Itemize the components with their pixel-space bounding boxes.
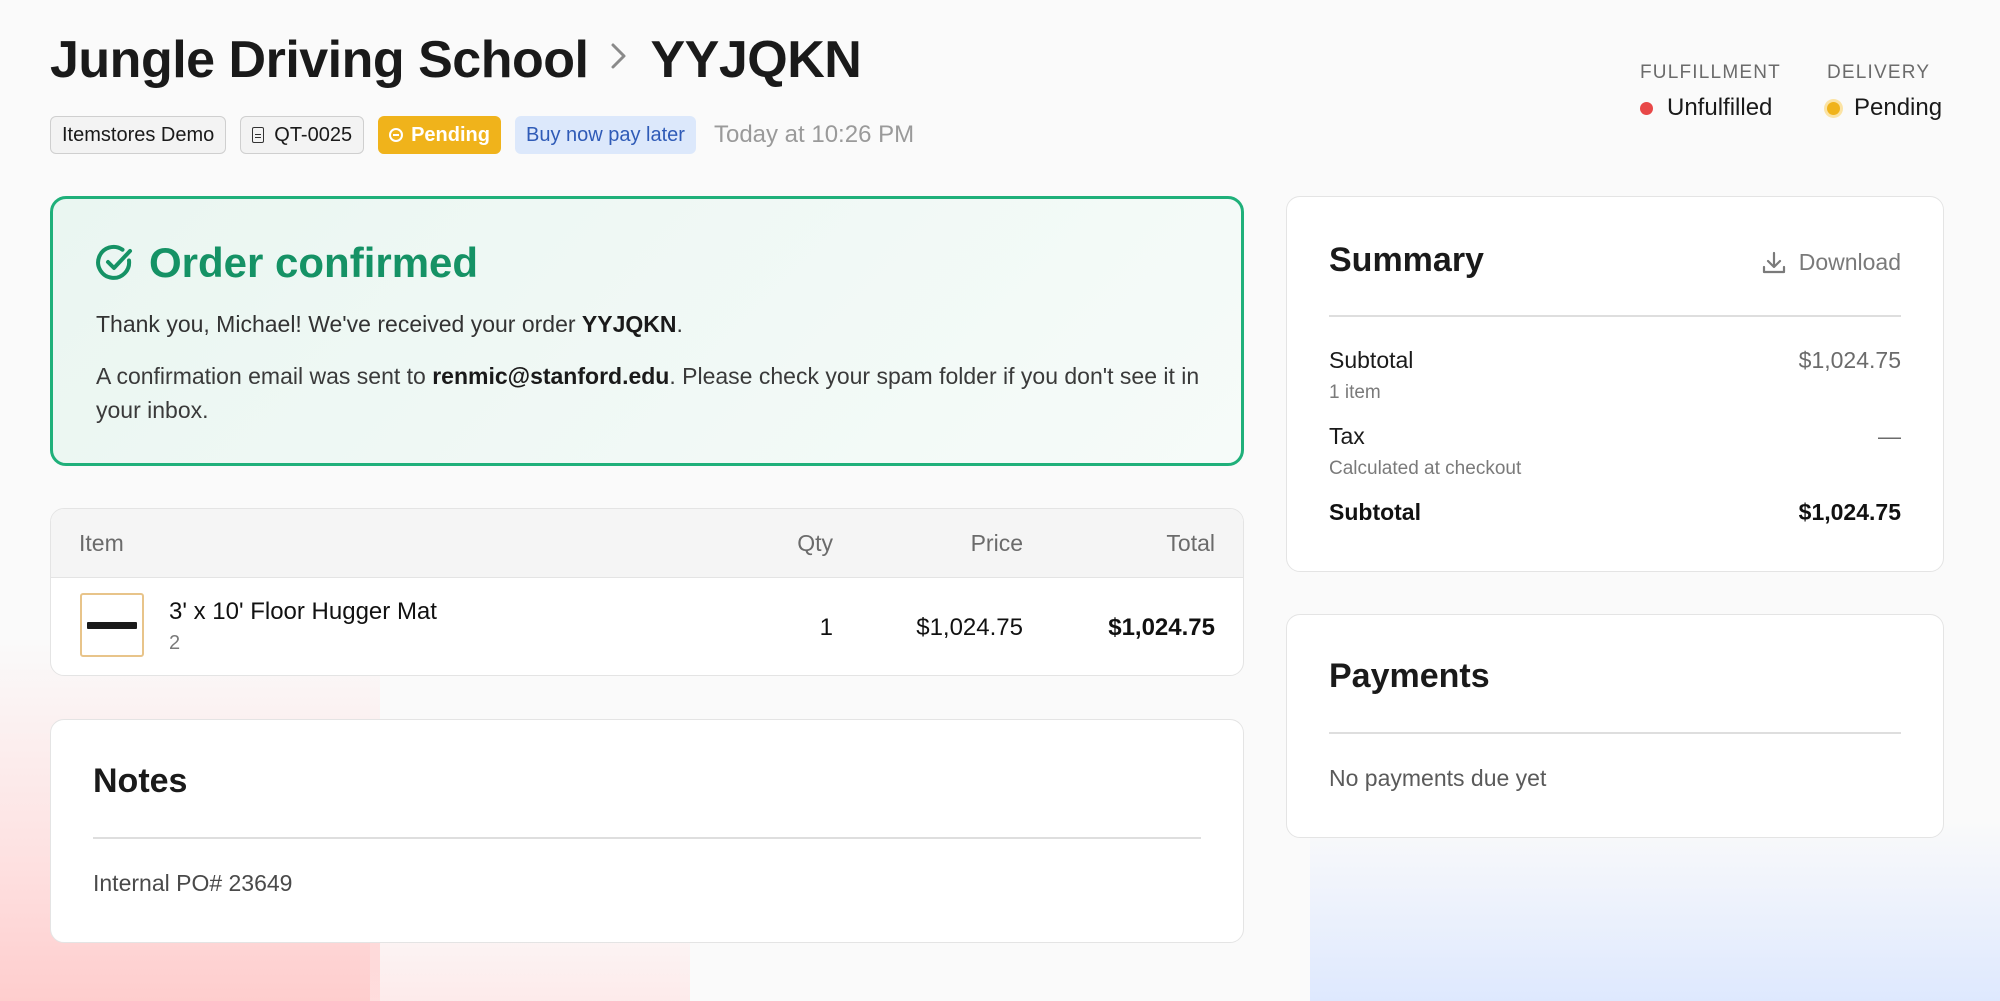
product-total: $1,024.75	[1108, 614, 1215, 641]
order-id-inline: YYJQKN	[581, 311, 677, 337]
payments-title: Payments	[1329, 657, 1490, 695]
store-name-link[interactable]: Jungle Driving School	[50, 30, 589, 90]
email-prefix: A confirmation email was sent to	[96, 363, 433, 389]
background-glow-right	[1310, 820, 2000, 1001]
column-header-total: Total	[1166, 530, 1215, 556]
delivery-status: DELIVERY Pending	[1827, 62, 1942, 122]
status-dot-yellow	[1827, 101, 1840, 115]
payments-empty-text: No payments due yet	[1329, 765, 1547, 791]
order-tags: Itemstores Demo QT-0025 Pending Buy now …	[50, 116, 914, 154]
thank-you-suffix: .	[676, 311, 683, 337]
chevron-right-icon	[610, 41, 628, 80]
summary-total-row: Subtotal $1,024.75	[1329, 499, 1901, 526]
email-address: renmic@stanford.edu	[432, 363, 670, 389]
status-badge: Pending	[378, 116, 501, 154]
thank-you-message: Thank you, Michael! We've received your …	[96, 311, 683, 338]
total-value: $1,024.75	[1798, 499, 1901, 525]
document-icon	[252, 127, 265, 143]
payment-method-badge: Buy now pay later	[514, 116, 696, 154]
fulfillment-status: FULFILLMENT Unfulfilled	[1640, 62, 1781, 122]
summary-subtotal-row: Subtotal 1 item $1,024.75	[1329, 347, 1901, 404]
order-timestamp: Today at 10:26 PM	[713, 121, 915, 148]
product-thumbnail	[80, 593, 144, 657]
subtotal-value: $1,024.75	[1798, 347, 1901, 373]
column-header-item: Item	[79, 530, 124, 556]
payments-card: Payments No payments due yet	[1286, 614, 1944, 838]
breadcrumb: Jungle Driving School YYJQKN	[50, 30, 862, 90]
subtotal-item-count: 1 item	[1329, 382, 1381, 403]
tax-label: Tax	[1329, 423, 1365, 449]
email-message: A confirmation email was sent to renmic@…	[96, 359, 1206, 427]
product-variant: 2	[169, 632, 181, 654]
status-dot-red	[1640, 101, 1653, 115]
download-label: Download	[1798, 249, 1901, 275]
fulfillment-label: FULFILLMENT	[1640, 62, 1781, 83]
payments-divider	[1329, 732, 1901, 734]
page-title: YYJQKN	[650, 31, 862, 89]
product-price: $1,024.75	[916, 614, 1023, 641]
summary-divider	[1329, 315, 1901, 317]
download-button[interactable]: Download	[1761, 249, 1901, 276]
tax-value: —	[1878, 423, 1901, 449]
items-table: Item Qty Price Total 3' x 10' Floor Hugg…	[50, 508, 1244, 676]
notes-divider	[93, 837, 1201, 839]
summary-title: Summary	[1329, 241, 1484, 279]
delivery-value: Pending	[1854, 94, 1943, 121]
payment-method-label: Buy now pay later	[525, 123, 685, 146]
column-header-price: Price	[970, 530, 1023, 556]
column-header-qty: Qty	[797, 530, 833, 556]
summary-card: Summary Download Subtotal 1 item $1,024.…	[1286, 196, 1944, 572]
check-circle-icon	[96, 244, 132, 280]
notes-title: Notes	[93, 762, 188, 800]
order-confirmed-card: Order confirmed Thank you, Michael! We'v…	[50, 196, 1244, 466]
store-tag[interactable]: Itemstores Demo	[50, 116, 227, 154]
order-confirmed-title: Order confirmed	[149, 239, 479, 286]
download-icon	[1762, 251, 1785, 273]
table-header: Item Qty Price Total	[51, 509, 1243, 578]
status-badge-label: Pending	[411, 123, 490, 146]
summary-tax-row: Tax Calculated at checkout —	[1329, 423, 1901, 480]
notes-card: Notes Internal PO# 23649	[50, 719, 1244, 943]
quote-tag[interactable]: QT-0025	[240, 116, 365, 154]
notes-text: Internal PO# 23649	[93, 870, 293, 896]
product-name: 3' x 10' Floor Hugger Mat	[169, 598, 437, 625]
quote-tag-label: QT-0025	[274, 123, 353, 146]
store-tag-label: Itemstores Demo	[62, 123, 215, 146]
pending-icon	[389, 128, 404, 142]
delivery-label: DELIVERY	[1827, 62, 1931, 83]
product-qty: 1	[819, 614, 833, 641]
fulfillment-value: Unfulfilled	[1667, 94, 1773, 121]
thank-you-text: Thank you, Michael! We've received your …	[96, 311, 582, 337]
table-row[interactable]: 3' x 10' Floor Hugger Mat 2 1 $1,024.75 …	[51, 578, 1243, 675]
tax-note: Calculated at checkout	[1329, 458, 1522, 479]
